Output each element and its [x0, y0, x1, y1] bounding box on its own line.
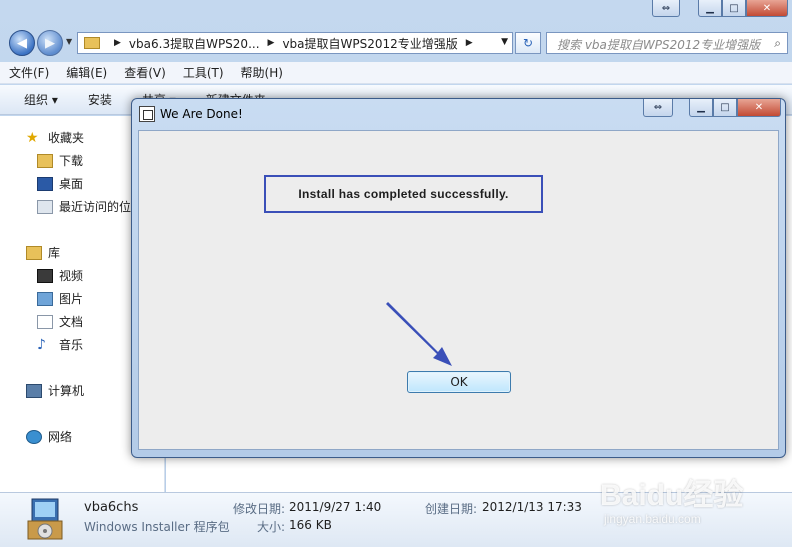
- baidu-watermark: Baidu经验 jingyan.baidu.com: [600, 470, 743, 526]
- forward-button[interactable]: ▶: [37, 30, 63, 56]
- search-icon[interactable]: ⌕: [774, 36, 781, 51]
- chevron-down-icon[interactable]: ▼: [501, 37, 508, 47]
- file-type: Windows Installer 程序包: [84, 520, 230, 534]
- file-name: vba6chs: [84, 500, 139, 515]
- sidebar-item-label: 计算机: [48, 384, 85, 398]
- modified-value: 2011/9/27 1:40: [289, 500, 382, 514]
- breadcrumb-segment[interactable]: vba6.3提取自WPS20...: [129, 35, 260, 52]
- size-value: 166 KB: [289, 518, 332, 532]
- app-window-icon: [139, 106, 155, 122]
- breadcrumb-segment[interactable]: vba提取自WPS2012专业增强版: [282, 35, 457, 52]
- maximize-button[interactable]: □: [713, 99, 737, 117]
- sidebar-item-downloads[interactable]: 下载: [37, 152, 83, 169]
- search-placeholder: 搜索 vba提取自WPS2012专业增强版: [557, 38, 761, 52]
- pointer-arrow-annotation: [386, 302, 452, 366]
- dialog-body: Install has completed successfully. OK: [138, 130, 779, 450]
- sidebar-item-computer[interactable]: 计算机: [26, 382, 84, 399]
- address-bar[interactable]: ▶ vba6.3提取自WPS20... ▶ vba提取自WPS2012专业增强版…: [77, 32, 513, 54]
- organize-button[interactable]: 组织 ▾: [24, 91, 58, 108]
- sidebar-item-recent[interactable]: 最近访问的位置: [37, 198, 143, 215]
- document-icon: [37, 314, 53, 329]
- watermark-url: jingyan.baidu.com: [604, 512, 701, 526]
- desktop-icon: [37, 176, 53, 191]
- sidebar-item-network[interactable]: 网络: [26, 428, 72, 445]
- sidebar-item-pictures[interactable]: 图片: [37, 290, 83, 307]
- dialog-caption-buttons: ⇔ ▁ □ ✕: [643, 99, 781, 117]
- sidebar-item-favorites[interactable]: ★ 收藏夹: [26, 129, 84, 146]
- network-icon: [26, 429, 42, 444]
- computer-icon: [26, 383, 42, 398]
- menu-bar: 文件(F) 编辑(E) 查看(V) 工具(T) 帮助(H): [0, 62, 792, 84]
- sidebar-item-desktop[interactable]: 桌面: [37, 175, 83, 192]
- navigation-bar: ◀ ▶ ▼ ▶ vba6.3提取自WPS20... ▶ vba提取自WPS201…: [0, 28, 792, 58]
- sidebar-item-label: 桌面: [59, 177, 84, 191]
- music-icon: ♪: [37, 336, 46, 353]
- refresh-button[interactable]: ↻: [515, 32, 541, 54]
- recent-pages-dropdown[interactable]: ▼: [66, 37, 72, 46]
- completion-message: Install has completed successfully.: [264, 175, 543, 213]
- recent-places-icon: [37, 199, 53, 214]
- sidebar-item-label: 视频: [59, 269, 84, 283]
- sidebar-item-music[interactable]: ♪ 音乐: [37, 336, 83, 353]
- created-value: 2012/1/13 17:33: [482, 500, 582, 514]
- sidebar-item-label: 文档: [59, 315, 84, 329]
- created-label: 创建日期:: [425, 502, 478, 516]
- sidebar-item-label: 图片: [59, 292, 84, 306]
- library-icon: [26, 245, 42, 260]
- minimize-button[interactable]: ▁: [689, 99, 713, 117]
- resize-icon[interactable]: ⇔: [643, 99, 673, 117]
- ok-button[interactable]: OK: [407, 371, 511, 393]
- sidebar-item-label: 库: [48, 246, 61, 260]
- sidebar-item-videos[interactable]: 视频: [37, 267, 83, 284]
- search-input[interactable]: 搜索 vba提取自WPS2012专业增强版 ⌕: [546, 32, 788, 54]
- menu-edit[interactable]: 编辑(E): [66, 62, 107, 83]
- menu-tools[interactable]: 工具(T): [183, 62, 224, 83]
- picture-icon: [37, 291, 53, 306]
- maximize-button[interactable]: □: [722, 0, 746, 17]
- size-label: 大小:: [257, 520, 286, 534]
- sidebar-item-label: 下载: [59, 154, 84, 168]
- install-button[interactable]: 安装: [88, 91, 112, 108]
- back-button[interactable]: ◀: [9, 30, 35, 56]
- video-icon: [37, 268, 53, 283]
- sidebar-item-documents[interactable]: 文档: [37, 313, 83, 330]
- chevron-right-icon[interactable]: ▶: [114, 38, 121, 48]
- resize-icon[interactable]: ⇔: [652, 0, 680, 17]
- close-button[interactable]: ✕: [737, 99, 781, 117]
- downloads-folder-icon: [37, 153, 53, 168]
- dialog-title: We Are Done!: [160, 107, 243, 121]
- sidebar-item-libraries[interactable]: 库: [26, 244, 60, 261]
- sidebar-item-label: 收藏夹: [48, 131, 85, 145]
- chevron-right-icon[interactable]: ▶: [268, 38, 275, 48]
- installer-package-icon: [27, 498, 63, 540]
- install-complete-dialog: We Are Done! ⇔ ▁ □ ✕ Install has complet…: [131, 98, 786, 458]
- menu-file[interactable]: 文件(F): [9, 62, 49, 83]
- star-icon: ★: [26, 129, 39, 146]
- close-button[interactable]: ✕: [746, 0, 788, 17]
- menu-view[interactable]: 查看(V): [124, 62, 166, 83]
- explorer-caption-buttons: ⇔ ▁ □ ✕: [652, 0, 788, 18]
- folder-icon: [84, 37, 100, 49]
- minimize-button[interactable]: ▁: [698, 0, 722, 17]
- chevron-right-icon[interactable]: ▶: [466, 38, 473, 48]
- sidebar-item-label: 网络: [48, 430, 73, 444]
- sidebar-item-label: 音乐: [59, 338, 84, 352]
- menu-help[interactable]: 帮助(H): [241, 62, 283, 83]
- watermark-brand: Baidu经验: [600, 479, 744, 512]
- modified-label: 修改日期:: [233, 502, 286, 516]
